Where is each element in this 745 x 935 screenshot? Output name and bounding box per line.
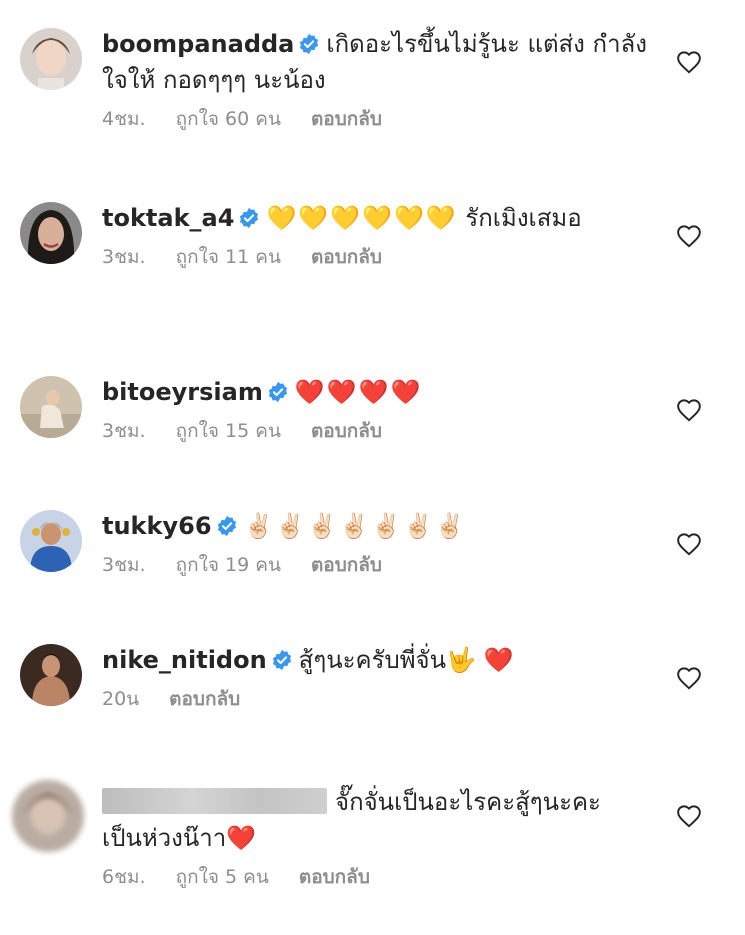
like-count[interactable]: ถูกใจ 5 คน [176,866,269,888]
avatar[interactable] [20,376,82,438]
heart-outline-icon[interactable] [676,50,702,76]
comment-time: 4ชม. [102,108,146,130]
heart-outline-icon[interactable] [676,398,702,424]
comment-time: 3ชม. [102,246,146,268]
emoji-text: ✌🏻✌🏻✌🏻✌🏻✌🏻✌🏻✌🏻 [243,512,467,540]
verified-badge-icon [298,33,320,55]
username[interactable]: tukky66 [102,512,212,540]
comment-text: สู้ๆนะครับพี่จั่น [298,646,446,674]
emoji-text: 🤟 ❤️ [445,646,514,674]
like-count[interactable]: ถูกใจ 11 คน [176,246,281,268]
verified-badge-icon [271,649,293,671]
avatar[interactable] [20,202,82,264]
reply-button[interactable]: ตอบกลับ [311,420,382,442]
verified-badge-icon [238,207,260,229]
reply-button[interactable]: ตอบกลับ [169,688,240,710]
avatar[interactable] [20,28,82,90]
like-count[interactable]: ถูกใจ 15 คน [176,420,281,442]
comment-time: 20น [102,688,140,710]
verified-badge-icon [216,515,238,537]
username[interactable]: nike_nitidon [102,646,267,674]
like-count[interactable]: ถูกใจ 60 คน [176,108,281,130]
reply-button[interactable]: ตอบกลับ [311,554,382,576]
reply-button[interactable]: ตอบกลับ [311,246,382,268]
avatar[interactable] [20,510,82,572]
comment-time: 3ชม. [102,554,146,576]
heart-outline-icon[interactable] [676,224,702,250]
username[interactable]: toktak_a4 [102,204,234,232]
reply-button[interactable]: ตอบกลับ [299,866,370,888]
emoji-text: ❤️❤️❤️❤️ [294,378,423,406]
username[interactable]: bitoeyrsiam [102,378,263,406]
heart-outline-icon[interactable] [676,804,702,830]
avatar[interactable] [12,780,84,852]
verified-badge-icon [267,381,289,403]
comment-time: 6ชม. [102,866,146,888]
emoji-text: 💛💛💛💛💛💛 [266,204,458,232]
comment-time: 3ชม. [102,420,146,442]
reply-button[interactable]: ตอบกลับ [311,108,382,130]
comment-text: รักเมิงเสมอ [457,204,582,232]
blurred-username [102,788,327,814]
heart-outline-icon[interactable] [676,666,702,692]
username[interactable]: boompanadda [102,30,294,58]
avatar[interactable] [20,644,82,706]
emoji-text: ❤️ [226,824,257,852]
like-count[interactable]: ถูกใจ 19 คน [176,554,281,576]
heart-outline-icon[interactable] [676,532,702,558]
